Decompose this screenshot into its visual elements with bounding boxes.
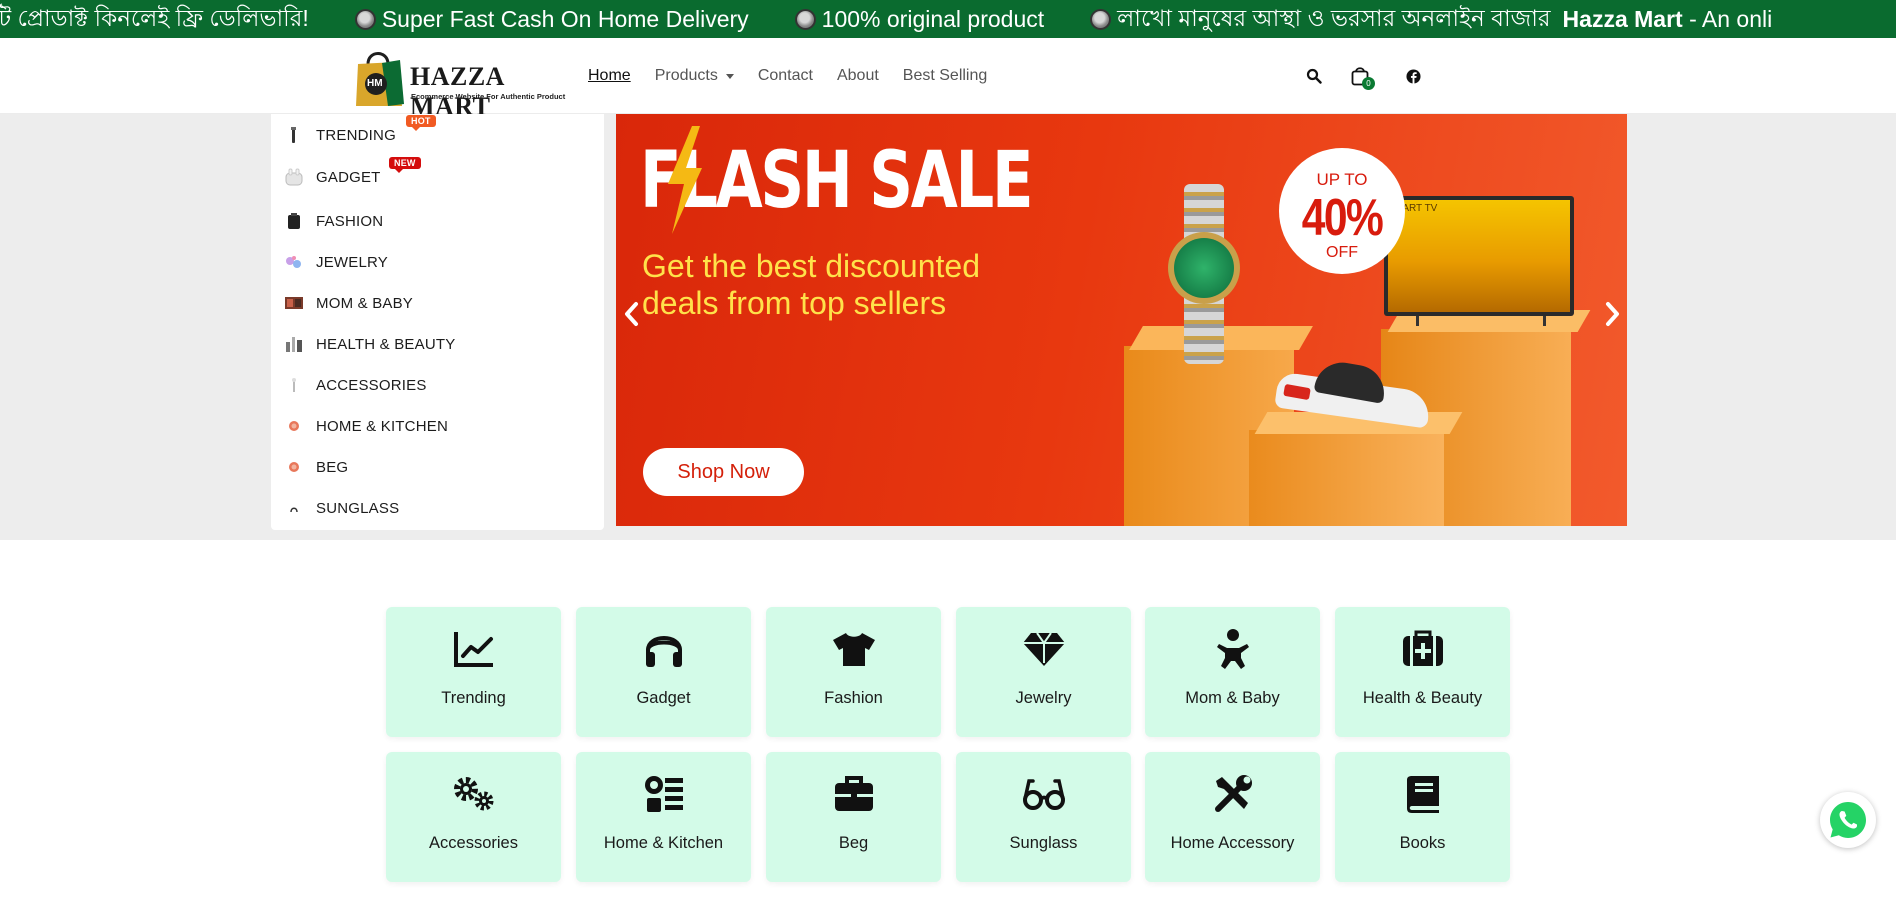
briefcase-icon [834, 776, 873, 811]
headphones-icon [645, 636, 682, 667]
sidebar-item-gadget[interactable]: GADGET NEW [284, 157, 421, 192]
chevron-left-icon [625, 302, 638, 326]
bullet-icon [794, 8, 816, 30]
hot-badge: HOT [406, 115, 436, 131]
tv-stand [1416, 316, 1546, 326]
new-badge: NEW [389, 157, 421, 173]
logo-tagline: Ecommerce Website For Authentic Product [411, 92, 566, 101]
bullet-icon [1090, 8, 1112, 30]
search-button[interactable] [1302, 62, 1326, 90]
tshirt-icon [832, 633, 875, 666]
category-sidebar: TRENDING HOT GADGET NEW FASHION JEWELRY … [271, 114, 604, 530]
search-icon [1306, 68, 1322, 84]
tools-icon [1214, 775, 1252, 812]
lightning-bolt-icon [668, 126, 702, 234]
carousel-prev-arrow[interactable] [622, 300, 640, 334]
caret-down-icon [725, 73, 734, 79]
glasses-icon [1022, 779, 1065, 810]
baby-icon [1216, 629, 1249, 669]
sidebar-item-mom-baby[interactable]: MOM & BABY [284, 288, 413, 318]
fashion-thumb-icon [284, 211, 304, 231]
jewelry-thumb-icon [284, 252, 304, 272]
watch-product-image [1168, 184, 1240, 364]
category-card-mom-baby[interactable]: Mom & Baby [1145, 607, 1320, 737]
cart-count-badge: 0 [1362, 77, 1375, 90]
facebook-link[interactable] [1401, 62, 1425, 90]
gears-icon [453, 777, 493, 811]
category-card-fashion[interactable]: Fashion [766, 607, 941, 737]
sidebar-item-fashion[interactable]: FASHION [284, 206, 383, 236]
accessories-thumb-icon [284, 375, 304, 395]
marquee-item: টি প্রোডাক্ট কিনলেই ফ্রি ডেলিভারি! [0, 4, 309, 31]
bullet-icon [354, 8, 376, 30]
facebook-icon [1405, 68, 1421, 84]
nav-about[interactable]: About [837, 67, 879, 85]
cart-button[interactable]: 0 [1348, 62, 1375, 90]
chevron-right-icon [1606, 302, 1619, 326]
shoe-product-image [1274, 346, 1436, 429]
whatsapp-icon [1830, 802, 1866, 838]
marquee-item: 100% original product [794, 6, 1044, 33]
whatsapp-chat-button[interactable] [1820, 792, 1876, 848]
sunglass-thumb-icon [284, 498, 304, 518]
tv-product-image: MART TV [1384, 196, 1574, 316]
sidebar-item-beg[interactable]: BEG [284, 452, 348, 482]
category-card-jewelry[interactable]: Jewelry [956, 607, 1131, 737]
main-nav: Home Products Contact About Best Selling [588, 38, 1011, 114]
beg-thumb-icon [284, 457, 304, 477]
category-card-gadget[interactable]: Gadget [576, 607, 751, 737]
health-beauty-thumb-icon [284, 334, 304, 354]
book-icon [1406, 776, 1439, 813]
category-card-health-beauty[interactable]: Health & Beauty [1335, 607, 1510, 737]
sidebar-item-health-beauty[interactable]: HEALTH & BEAUTY [284, 329, 455, 359]
marquee-brand: Hazza Mart - An onli [1562, 5, 1773, 32]
marquee-item: লাখো মানুষের আস্থা ও ভরসার অনলাইন বাজার [1090, 0, 1551, 38]
category-card-beg[interactable]: Beg [766, 752, 941, 882]
category-card-home-accessory[interactable]: Home Accessory [1145, 752, 1320, 882]
sidebar-item-jewelry[interactable]: JEWELRY [284, 247, 388, 277]
chart-line-icon [453, 632, 493, 667]
mom-baby-thumb-icon [284, 293, 304, 313]
nav-best-selling[interactable]: Best Selling [903, 67, 988, 85]
marquee-item: Super Fast Cash On Home Delivery [354, 6, 749, 33]
category-card-books[interactable]: Books [1335, 752, 1510, 882]
trending-thumb-icon [284, 125, 304, 145]
nav-contact[interactable]: Contact [758, 67, 813, 85]
sidebar-item-home-kitchen[interactable]: HOME & KITCHEN [284, 411, 448, 441]
home-kitchen-thumb-icon [284, 416, 304, 436]
logo-initials: HM [367, 78, 383, 89]
site-logo[interactable]: HM HAZZA MART Ecommerce Website For Auth… [354, 40, 569, 121]
category-card-accessories[interactable]: Accessories [386, 752, 561, 882]
nav-home[interactable]: Home [588, 67, 631, 85]
site-header: HM HAZZA MART Ecommerce Website For Auth… [0, 38, 1896, 121]
shop-now-button[interactable]: Shop Now [643, 448, 804, 496]
kitchen-icon [644, 776, 683, 812]
sidebar-item-accessories[interactable]: ACCESSORIES [284, 370, 427, 400]
discount-badge: UP TO 40% OFF [1279, 148, 1405, 274]
podium-middle [1249, 430, 1444, 526]
category-card-sunglass[interactable]: Sunglass [956, 752, 1131, 882]
category-card-home-kitchen[interactable]: Home & Kitchen [576, 752, 751, 882]
carousel-next-arrow[interactable] [1604, 300, 1622, 334]
shopping-bag-logo-icon [356, 52, 404, 106]
flash-sale-banner[interactable]: FLASH SALE Get the best discounted deals… [616, 114, 1627, 526]
gadget-thumb-icon [284, 167, 304, 187]
banner-subtitle: Get the best discounted deals from top s… [642, 248, 980, 321]
announcement-marquee: টি প্রোডাক্ট কিনলেই ফ্রি ডেলিভারি! Super… [0, 0, 1896, 38]
sidebar-item-trending[interactable]: TRENDING HOT [284, 115, 436, 150]
gem-icon [1022, 632, 1065, 666]
category-card-trending[interactable]: Trending [386, 607, 561, 737]
nav-products[interactable]: Products [655, 67, 734, 85]
medkit-icon [1402, 630, 1443, 666]
sidebar-item-sunglass[interactable]: SUNGLASS [284, 493, 399, 523]
